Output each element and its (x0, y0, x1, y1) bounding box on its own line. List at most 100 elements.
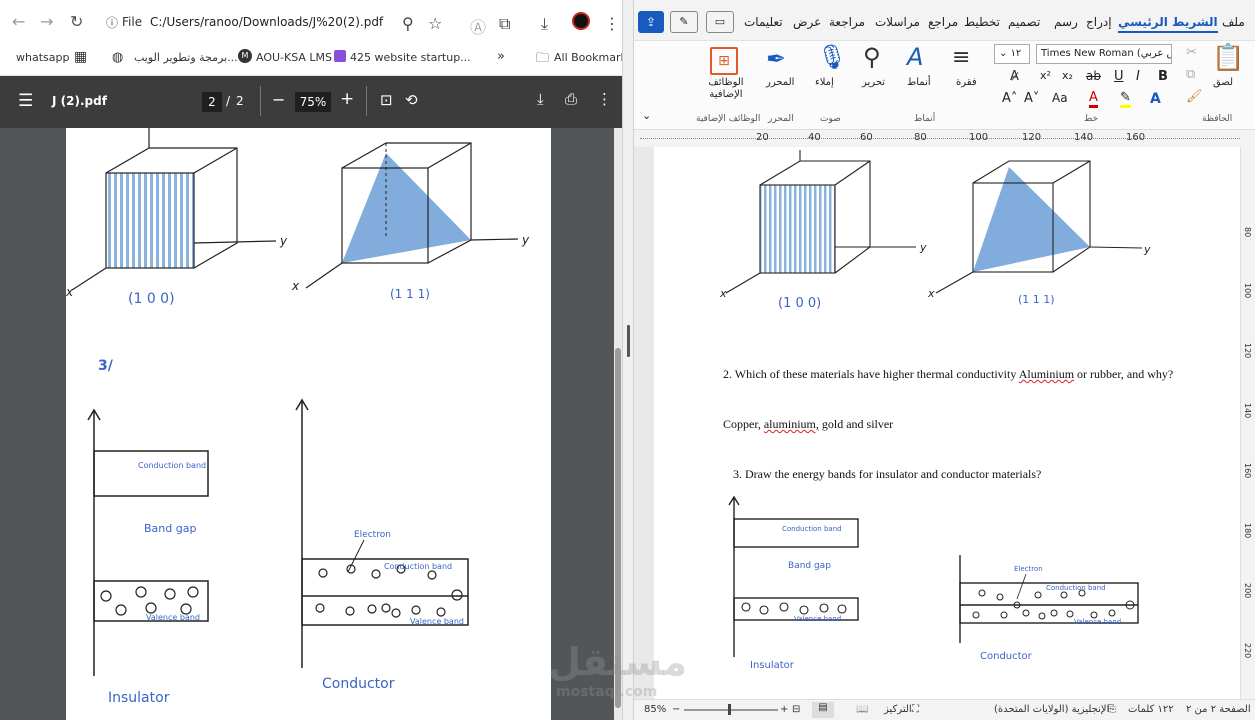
editor-icon[interactable]: ✒ (766, 45, 786, 73)
highlight-icon[interactable]: ✎ (1120, 91, 1131, 108)
reload-icon[interactable]: ↻ (70, 12, 83, 31)
page-number-input[interactable]: 2 (202, 92, 222, 112)
underline-icon[interactable]: U (1114, 69, 1124, 84)
paragraph-button-label[interactable]: فقرة (956, 77, 977, 88)
editor-button-label[interactable]: المحرر (766, 77, 794, 88)
font-name-box[interactable]: Times New Roman (نص عربي) (1036, 44, 1172, 64)
font-color-icon[interactable]: A (1089, 91, 1098, 108)
url-text[interactable]: C:/Users/ranoo/Downloads/J%20(2).pdf (150, 15, 383, 29)
tab-insert[interactable]: إدراج (1086, 15, 1112, 29)
addins-button-label[interactable]: الوظائف الإضافية (698, 77, 754, 101)
format-painter-icon[interactable]: 🖌 (1186, 89, 1203, 104)
pdf-scrollbar[interactable] (614, 128, 622, 720)
font-size-box[interactable]: ⌄ ١٢ (994, 44, 1030, 64)
editing-button-label[interactable]: تحرير (862, 77, 885, 88)
tab-mailings[interactable]: مراسلات (875, 15, 920, 29)
zoom-in-icon[interactable]: + (780, 704, 788, 715)
zoom-out-icon[interactable]: − (672, 704, 680, 715)
comments-icon[interactable]: ▭ (706, 11, 734, 33)
tab-references[interactable]: مراجع (928, 15, 958, 29)
addins-icon[interactable]: ⊞ (710, 47, 738, 75)
print-layout-icon[interactable]: ▤ (812, 702, 834, 718)
italic-icon[interactable]: I (1136, 69, 1140, 84)
omnibox[interactable]: ⓘ File C:/Users/ranoo/Downloads/J%20(2).… (96, 8, 476, 36)
splitter-handle[interactable] (627, 325, 630, 357)
bookmark-website-startup[interactable]: 425 website startup... (350, 51, 471, 64)
share-icon[interactable]: ⇪ (638, 11, 664, 33)
window-splitter[interactable] (622, 0, 634, 720)
bookmark-whatsapp[interactable]: whatsapp (16, 51, 69, 64)
document-area[interactable]: y x (1 0 0) y x (1 1 1) Conduction band … (634, 147, 1240, 700)
read-mode-icon[interactable]: 📖 (856, 704, 868, 715)
download-icon[interactable]: ⤓ (537, 90, 544, 108)
avatar[interactable] (572, 12, 590, 30)
fit-page-icon[interactable]: ⊡ (380, 91, 393, 109)
proofing-icon[interactable]: ⎘ (1108, 704, 1116, 715)
more-options-icon[interactable]: ⋮ (597, 90, 612, 108)
document-page[interactable]: y x (1 0 0) y x (1 1 1) Conduction band … (654, 147, 1240, 700)
microphone-icon[interactable]: 🎙 (817, 43, 847, 71)
all-bookmarks[interactable]: All Bookmarks (554, 51, 622, 64)
forward-icon[interactable]: → (40, 12, 53, 31)
pdf-viewport[interactable]: y x (1 0 0) y x (1 1 1) 3/ Conduction ba… (0, 128, 622, 720)
ribbon-collapse-icon[interactable]: ⌄ (642, 109, 651, 122)
change-case-icon[interactable]: Aa (1052, 91, 1068, 105)
web-layout-icon[interactable]: ⊟ (792, 704, 800, 715)
clear-format-icon[interactable]: A̷ (1010, 69, 1019, 84)
tab-help[interactable]: تعليمات (744, 15, 783, 29)
copy-icon[interactable]: ⧉ (1186, 67, 1195, 82)
zoom-input[interactable]: 75% (295, 92, 331, 112)
back-icon[interactable]: ← (12, 12, 25, 31)
zoom-out-icon[interactable]: − (272, 90, 285, 109)
shrink-font-icon[interactable]: A˅ (1024, 91, 1039, 106)
question-3-text[interactable]: 3. Draw the energy bands for insulator a… (733, 467, 1041, 482)
bookmark-aou-lms[interactable]: AOU-KSA LMS (256, 51, 332, 64)
zoom-icon[interactable]: ⚲ (402, 14, 414, 33)
editing-mode-icon[interactable]: ✎ (670, 11, 698, 33)
strikethrough-icon[interactable]: ab (1086, 69, 1101, 83)
cut-icon[interactable]: ✂ (1186, 45, 1197, 60)
bookmarks-overflow[interactable]: » (497, 49, 505, 64)
rotate-icon[interactable]: ⟲ (405, 91, 418, 109)
superscript-icon[interactable]: x² (1040, 69, 1051, 82)
zoom-slider-thumb[interactable] (728, 704, 731, 715)
styles-icon[interactable]: A (907, 43, 923, 71)
dictate-button-label[interactable]: إملاء (815, 77, 834, 88)
profile-download-icon[interactable]: ⤓ (541, 14, 548, 34)
text-effects-icon[interactable]: A (1150, 91, 1161, 107)
translate-icon[interactable]: Ⓐ (470, 14, 486, 38)
print-icon[interactable]: ⎙ (565, 90, 577, 108)
zoom-slider[interactable] (684, 709, 778, 711)
bold-icon[interactable]: B (1158, 69, 1168, 84)
tab-view[interactable]: عرض (793, 15, 821, 29)
tab-design[interactable]: تصميم (1008, 15, 1040, 29)
star-icon[interactable]: ☆ (428, 14, 442, 33)
tab-file[interactable]: ملف (1222, 15, 1245, 29)
tab-home[interactable]: الشريط الرئيسي (1118, 15, 1218, 33)
paragraph-icon[interactable]: ≡ (952, 45, 970, 70)
tab-draw[interactable]: رسم (1054, 15, 1078, 29)
hamburger-icon[interactable]: ☰ (18, 91, 33, 111)
tab-layout[interactable]: تخطيط (964, 15, 1000, 29)
question-2-text[interactable]: 2. Which of these materials have higher … (723, 367, 1173, 382)
answer-2-text[interactable]: Copper, aluminium, gold and silver (723, 417, 893, 432)
horizontal-ruler[interactable]: 160 140 120 100 80 60 40 20 (634, 131, 1255, 147)
zoom-in-icon[interactable]: + (340, 89, 354, 109)
menu-kebab-icon[interactable]: ⋮ (604, 14, 620, 33)
page-count[interactable]: الصفحة ٢ من ٢ (1186, 704, 1251, 715)
focus-mode[interactable]: التركيز (884, 704, 912, 715)
extensions-icon[interactable]: ⧉ (499, 14, 510, 34)
vertical-ruler[interactable]: 80 100 120 140 160 180 200 220 (1240, 147, 1255, 700)
paste-button-label[interactable]: لصق (1213, 77, 1233, 88)
styles-button-label[interactable]: أنماط (907, 77, 931, 88)
focus-icon[interactable]: ⛶ (912, 704, 919, 715)
apps-grid-icon[interactable]: ▦ (74, 49, 87, 65)
zoom-level[interactable]: 85% (644, 704, 666, 715)
grow-font-icon[interactable]: A˄ (1002, 91, 1017, 106)
bookmark-web-dev[interactable]: برمجة وتطوير الويب... (134, 51, 238, 64)
language-status[interactable]: الإنجليزية (الولايات المتحدة) (994, 704, 1109, 715)
tab-review[interactable]: مراجعة (829, 15, 865, 29)
word-count[interactable]: ١٢٢ كلمات (1128, 704, 1174, 715)
subscript-icon[interactable]: x₂ (1062, 69, 1073, 82)
find-magnifier-icon[interactable]: ⚲ (863, 43, 881, 71)
